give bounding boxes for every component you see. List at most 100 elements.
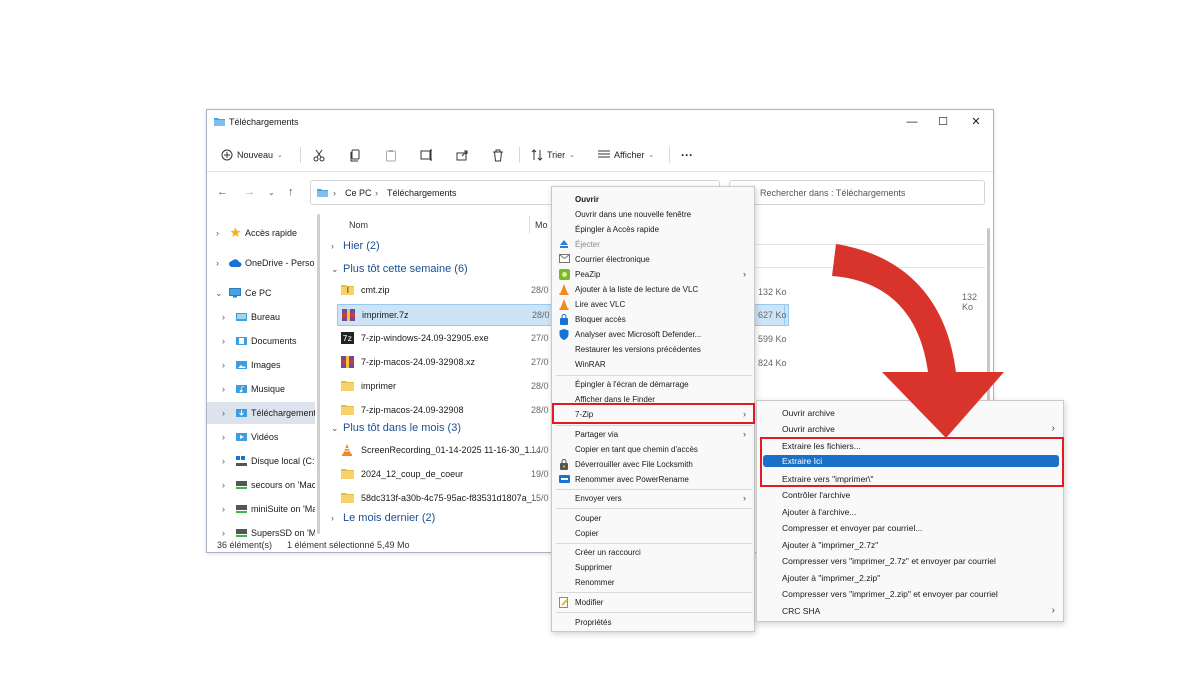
menu-item-block-access[interactable]: Bloquer accès [552,312,754,327]
nav-item-videos[interactable]: › Vidéos [207,426,315,448]
vlc-cone-icon [341,444,353,458]
menu-item-pin-start[interactable]: Épingler à l'écran de démarrage [552,377,754,392]
eject-icon [559,239,570,250]
file-name: 7-zip-windows-24.09-32905.exe [361,333,489,343]
menu-item-play-vlc[interactable]: Lire avec VLC [552,297,754,312]
delete-button[interactable] [492,146,504,164]
item-count: 36 élément(s) [217,540,273,550]
file-date: 28/0 [531,405,549,415]
breadcrumb-downloads[interactable]: Téléchargements [387,188,457,198]
submenu-item-crc-sha[interactable]: CRC SHA › [757,603,1063,619]
nav-item-network-drive-minisuite[interactable]: › miniSuite on 'Mac' [207,498,315,520]
menu-item-copy[interactable]: Copier [552,526,754,541]
menu-item-email[interactable]: Courrier électronique [552,252,754,267]
menu-item-file-locksmith[interactable]: Déverrouiller avec File Locksmith [552,457,754,472]
folder-icon [341,492,354,505]
pictures-folder-icon [236,360,247,372]
chevron-right-icon: › [222,360,225,370]
submenu-item-add-to-7z[interactable]: Ajouter à "imprimer_2.7z" [757,537,1063,553]
forward-arrow-icon[interactable]: → [244,186,255,198]
menu-item-vlc-playlist[interactable]: Ajouter à la liste de lecture de VLC [552,282,754,297]
search-input[interactable]: Rechercher dans : Téléchargements [729,180,985,205]
nav-item-network-drive-secours[interactable]: › secours on 'Mac' [207,474,315,496]
menu-item-properties[interactable]: Propriétés [552,615,754,630]
submenu-item-add-to-zip[interactable]: Ajouter à "imprimer_2.zip" [757,570,1063,586]
nav-item-music[interactable]: › Musique [207,378,315,400]
nav-item-this-pc[interactable]: ⌄ Ce PC [207,282,315,304]
cut-button[interactable] [313,146,325,164]
nav-item-pictures[interactable]: › Images [207,354,315,376]
share-button[interactable] [456,146,469,164]
menu-item-edit[interactable]: Modifier [552,595,754,610]
new-button[interactable]: Nouveau ⌄ [221,146,283,164]
menu-item-peazip[interactable]: PeaZip › [552,267,754,282]
maximize-button[interactable]: ☐ [932,114,954,130]
up-arrow-icon[interactable]: ↑ [288,186,294,198]
menu-item-send-to[interactable]: Envoyer vers › [552,491,754,506]
group-label: Le mois dernier (2) [343,512,436,524]
chevron-down-icon: ⌄ [215,287,223,298]
minimize-button[interactable]: — [901,114,923,130]
close-button[interactable]: ✕ [965,114,987,130]
group-header-yesterday[interactable]: › Hier (2) [331,240,380,252]
menu-item-cut[interactable]: Couper [552,511,754,526]
recent-locations-chevron-icon[interactable]: ⌄ [268,188,275,197]
group-label: Plus tôt cette semaine (6) [343,263,468,275]
nav-item-quick-access[interactable]: › Accès rapide [207,222,315,244]
powerrename-icon [559,474,570,485]
menu-item-delete[interactable]: Supprimer [552,560,754,575]
submenu-item-compress-zip-email[interactable]: Compresser vers "imprimer_2.zip" et envo… [757,586,1063,602]
menu-item-rename[interactable]: Renommer [552,575,754,590]
group-header-last-month[interactable]: › Le mois dernier (2) [331,512,435,524]
menu-item-open-new-window[interactable]: Ouvrir dans une nouvelle fenêtre [552,207,754,222]
menu-item-pin-quick-access[interactable]: Épingler à Accès rapide [552,222,754,237]
more-options-button[interactable]: ··· [681,146,693,164]
menu-item-winrar[interactable]: WinRAR [552,357,754,372]
group-header-this-month[interactable]: ⌄ Plus tôt dans le mois (3) [331,422,461,434]
group-label: Hier (2) [343,240,380,252]
menu-item-eject[interactable]: Éjecter [552,237,754,252]
back-arrow-icon[interactable]: ← [217,186,228,198]
chevron-right-icon: › [216,258,219,268]
menu-item-restore-versions[interactable]: Restaurer les versions précédentes [552,342,754,357]
chevron-right-icon: › [222,504,225,514]
breadcrumb-ce-pc[interactable]: Ce PC [345,188,372,198]
file-size: 627 Ko [758,310,787,320]
nav-item-label: secours on 'Mac' [251,480,315,490]
menu-separator [556,592,752,593]
menu-item-defender-scan[interactable]: Analyser avec Microsoft Defender... [552,327,754,342]
menu-item-open[interactable]: Ouvrir [552,192,754,207]
group-header-this-week[interactable]: ⌄ Plus tôt cette semaine (6) [331,263,468,275]
nav-scrollbar[interactable] [317,214,320,534]
music-folder-icon [236,384,247,396]
folder-icon [341,468,354,481]
nav-item-documents[interactable]: › Documents [207,330,315,352]
nav-item-onedrive[interactable]: › OneDrive - Perso [207,252,315,274]
submenu-item-add-to-archive[interactable]: Ajouter à l'archive... [757,504,1063,520]
paste-button[interactable] [385,146,397,164]
copy-button[interactable] [349,146,361,164]
nav-item-downloads[interactable]: › Téléchargements [207,402,315,424]
view-button[interactable]: Afficher ⌄ [598,146,654,164]
shield-icon [559,329,570,340]
submenu-item-compress-7z-email[interactable]: Compresser vers "imprimer_2.7z" et envoy… [757,553,1063,569]
submenu-item-compress-email[interactable]: Compresser et envoyer par courriel... [757,520,1063,536]
column-header-name[interactable]: Nom [349,220,368,230]
share-icon [456,149,469,161]
nav-item-label: SupersSD on 'Mac' [251,528,315,538]
sort-button[interactable]: Trier ⌄ [531,146,575,164]
title-bar: Téléchargements — ☐ ✕ [207,110,993,134]
column-header-modified[interactable]: Mo [535,220,548,230]
menu-item-powerrename[interactable]: Renommer avec PowerRename [552,472,754,487]
nav-item-desktop[interactable]: › Bureau [207,306,315,328]
menu-item-share-via[interactable]: Partager via › [552,427,754,442]
rename-button[interactable] [420,146,433,164]
submenu-item-test-archive[interactable]: Contrôler l'archive [757,487,1063,503]
chevron-right-icon: › [331,513,334,523]
chevron-right-icon: › [222,480,225,490]
nav-item-local-disk[interactable]: › Disque local (C:) [207,450,315,472]
menu-item-copy-path[interactable]: Copier en tant que chemin d'accès [552,442,754,457]
menu-item-create-shortcut[interactable]: Créer un raccourci [552,545,754,560]
rename-icon [420,149,433,161]
curved-arrow-icon [832,244,1004,438]
